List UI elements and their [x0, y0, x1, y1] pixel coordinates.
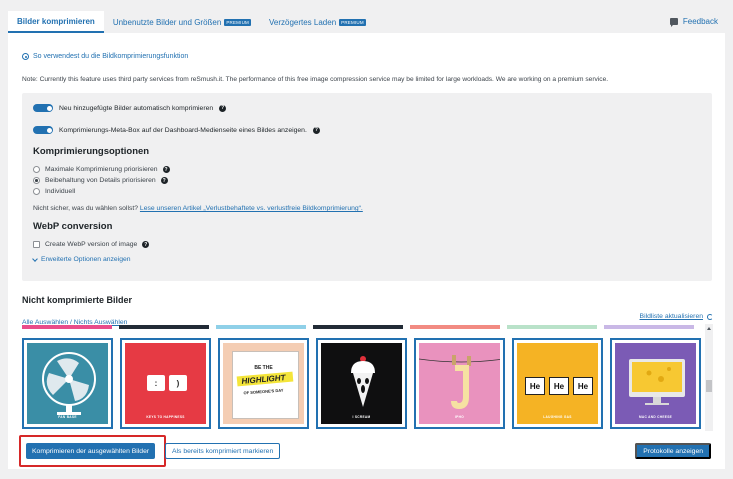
- option-label: Maximale Komprimierung priorisieren: [45, 166, 158, 173]
- thumbnail-caption: MAC AND CHEESE: [638, 415, 673, 419]
- howto-label: So verwendest du die Bildkomprimierungsf…: [33, 53, 189, 60]
- refresh-list-link[interactable]: Bildliste aktualisieren: [640, 313, 713, 320]
- radio-button[interactable]: [33, 166, 40, 173]
- fan-image: FAN BASE: [27, 343, 108, 424]
- highlight-line: BE THE: [254, 365, 273, 371]
- strip-tile: [216, 325, 306, 329]
- strip-tile: [507, 325, 597, 329]
- key-cap: ): [169, 375, 187, 391]
- thumbnail[interactable]: FAN BASE: [22, 338, 113, 429]
- webp-title: WebP conversion: [33, 221, 113, 232]
- webp-label: Create WebP version of image: [45, 241, 138, 248]
- tab-bar: Bilder komprimieren Unbenutzte Bilder un…: [8, 11, 725, 33]
- webp-checkbox[interactable]: [33, 241, 40, 248]
- element-tile: He: [573, 377, 593, 395]
- option-preserve-details[interactable]: Beibehaltung von Details priorisieren ?: [33, 177, 168, 184]
- element-tile: He: [549, 377, 569, 395]
- webp-option-row: Create WebP version of image ?: [33, 241, 150, 248]
- thumbnail[interactable]: I SCREAM: [316, 338, 407, 429]
- premium-badge: PREMIUM: [224, 18, 251, 26]
- refresh-label: Bildliste aktualisieren: [639, 313, 703, 320]
- thumbnail-caption: KEYS TO HAPPINESS: [146, 415, 185, 419]
- auto-compress-label: Neu hinzugefügte Bilder automatisch komp…: [59, 104, 214, 112]
- image-gallery: FAN BASE : ) KEYS TO HAPPINESS BE THE HI…: [22, 338, 704, 431]
- compression-options-title: Komprimierungsoptionen: [33, 146, 150, 157]
- question-icon[interactable]: ?: [219, 104, 227, 112]
- gallery-scrollbar[interactable]: [705, 324, 713, 431]
- highlight-image: BE THE HIGHLIGHT OF SOMEONE'S DAY: [223, 343, 304, 424]
- service-note: Note: Currently this feature uses third …: [22, 76, 609, 83]
- thumbnail[interactable]: : ) KEYS TO HAPPINESS: [120, 338, 211, 429]
- option-label: Beibehaltung von Details priorisieren: [45, 177, 156, 184]
- question-icon[interactable]: ?: [160, 177, 168, 184]
- metabox-label: Komprimierungs-Meta-Box auf der Dashboar…: [59, 126, 307, 134]
- strip-tile: [313, 325, 403, 329]
- thumbnail-caption: IPHO: [455, 415, 464, 419]
- unsure-text: Nicht sicher, was du wählen sollst? Lese…: [33, 205, 363, 212]
- chevron-down-icon: [32, 255, 38, 262]
- scrollbar-thumb[interactable]: [706, 380, 712, 392]
- option-label: Individuell: [45, 188, 76, 195]
- mark-compressed-button[interactable]: Als bereits komprimiert markieren: [165, 443, 281, 459]
- feedback-link[interactable]: Feedback: [669, 17, 718, 27]
- metabox-toggle[interactable]: [33, 126, 53, 134]
- thumbnail-caption: I SCREAM: [352, 415, 371, 419]
- tab-label: Bilder komprimieren: [17, 16, 95, 26]
- element-tile: He: [525, 377, 545, 395]
- advanced-label: Erweiterte Optionen anzeigen: [41, 256, 131, 263]
- key-cap: :: [147, 375, 165, 391]
- tab-unused-images[interactable]: Unbenutzte Bilder und Größen PREMIUM: [104, 11, 260, 33]
- tab-lazy-loading[interactable]: Verzögertes Laden PREMIUM: [260, 11, 375, 33]
- thumbnail[interactable]: IPHO: [414, 338, 505, 429]
- strip-tile: [410, 325, 500, 329]
- thumbnail[interactable]: He He He LAUGHING GAS: [512, 338, 603, 429]
- radio-button[interactable]: [33, 177, 40, 184]
- previous-row-strip: [22, 325, 702, 329]
- question-icon[interactable]: ?: [162, 166, 170, 173]
- strip-tile: [119, 325, 209, 329]
- howto-link[interactable]: So verwendest du die Bildkomprimierungsf…: [22, 53, 188, 60]
- mac-cheese-image: MAC AND CHEESE: [615, 343, 696, 424]
- article-link[interactable]: Lese unseren Artikel „Verlustbehaftete v…: [140, 205, 363, 212]
- show-logs-button[interactable]: Protokolle anzeigen: [635, 443, 711, 459]
- question-icon[interactable]: ?: [312, 126, 320, 134]
- feedback-icon: [669, 18, 678, 27]
- thumbnail[interactable]: BE THE HIGHLIGHT OF SOMEONE'S DAY: [218, 338, 309, 429]
- question-icon[interactable]: ?: [142, 241, 150, 248]
- option-max-compression[interactable]: Maximale Komprimierung priorisieren ?: [33, 166, 170, 173]
- settings-box: Neu hinzugefügte Bilder automatisch komp…: [22, 93, 712, 281]
- clothesline-image: IPHO: [419, 343, 500, 424]
- main-panel: So verwendest du die Bildkomprimierungsf…: [8, 33, 725, 469]
- keys-image: : ) KEYS TO HAPPINESS: [125, 343, 206, 424]
- metabox-row: Komprimierungs-Meta-Box auf der Dashboar…: [33, 126, 320, 134]
- thumbnail[interactable]: MAC AND CHEESE: [610, 338, 701, 429]
- strip-tile: [604, 325, 694, 329]
- thumbnail-caption: LAUGHING GAS: [543, 415, 572, 419]
- option-custom[interactable]: Individuell: [33, 188, 75, 195]
- unsure-label: Nicht sicher, was du wählen sollst?: [33, 205, 140, 212]
- tab-label: Unbenutzte Bilder und Größen: [112, 17, 222, 27]
- auto-compress-toggle[interactable]: [33, 104, 53, 112]
- feedback-label: Feedback: [682, 17, 718, 26]
- uncompressed-title: Nicht komprimierte Bilder: [22, 295, 133, 305]
- tab-compress-images[interactable]: Bilder komprimieren: [8, 11, 104, 33]
- scroll-up-arrow-icon[interactable]: [707, 327, 711, 330]
- auto-compress-row: Neu hinzugefügte Bilder automatisch komp…: [33, 104, 227, 112]
- compress-selected-button[interactable]: Komprimieren der ausgewählten Bilder: [26, 443, 156, 459]
- help-icon: [22, 53, 29, 60]
- refresh-icon: [707, 313, 713, 320]
- premium-badge: PREMIUM: [339, 18, 366, 26]
- thumbnail-caption: FAN BASE: [58, 415, 77, 419]
- tab-label: Verzögertes Laden: [268, 17, 337, 27]
- ice-cream-image: I SCREAM: [321, 343, 402, 424]
- radio-button[interactable]: [33, 188, 40, 195]
- helium-image: He He He LAUGHING GAS: [517, 343, 598, 424]
- strip-tile: [22, 325, 112, 329]
- advanced-options-toggle[interactable]: Erweiterte Optionen anzeigen: [32, 255, 131, 263]
